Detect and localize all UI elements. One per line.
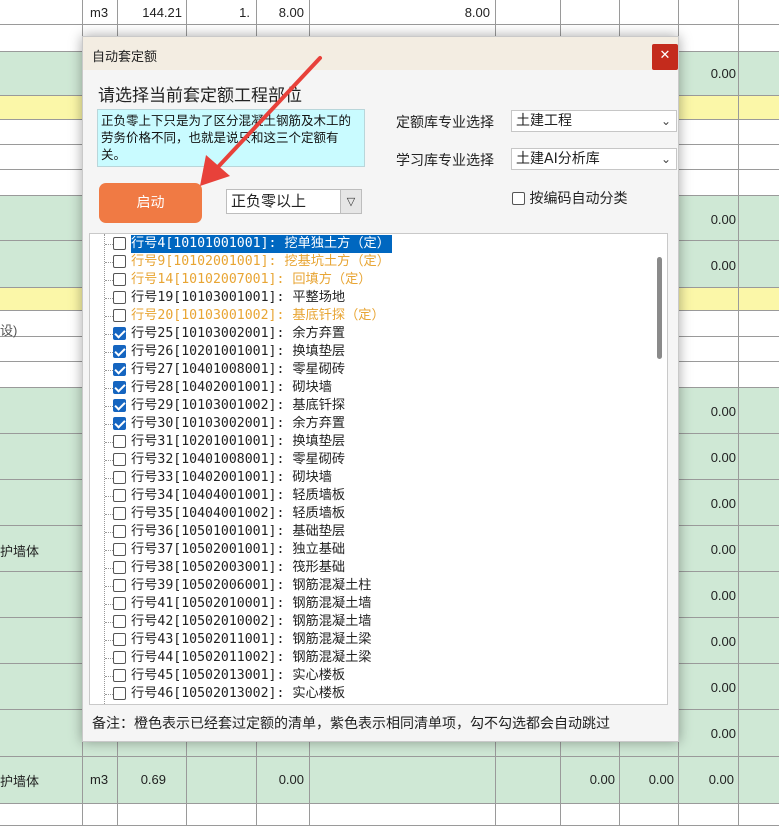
annotation-arrow bbox=[200, 56, 322, 186]
